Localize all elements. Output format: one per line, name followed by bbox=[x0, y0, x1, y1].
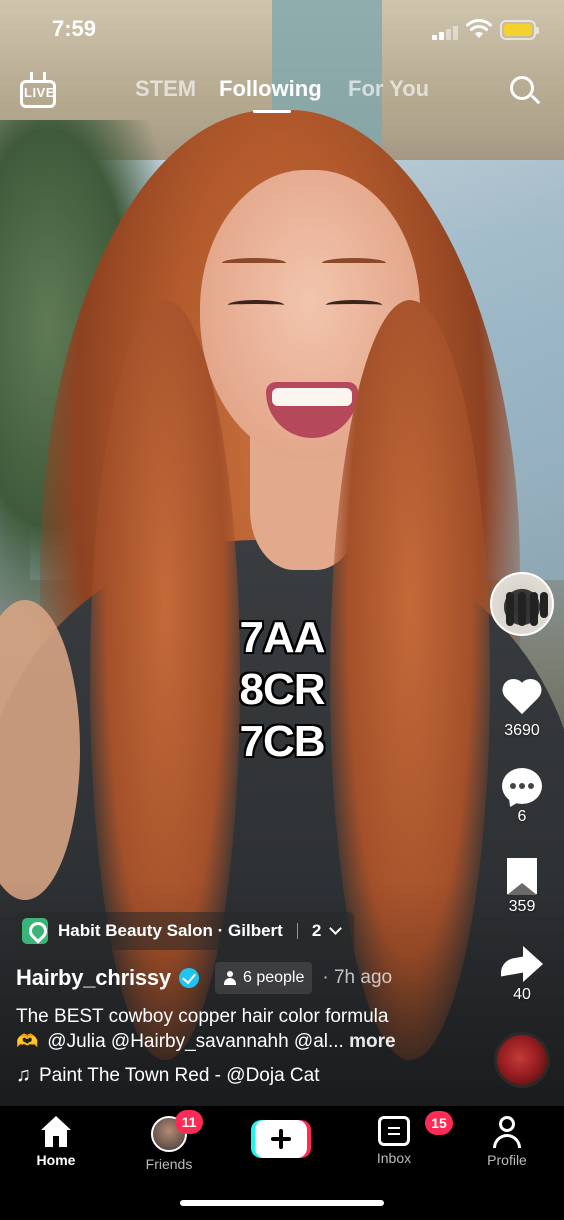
caption-mentions: @Julia @Hairby_savannahh @al... bbox=[47, 1031, 344, 1052]
video-brow-left bbox=[222, 258, 286, 268]
tab-profile[interactable]: Profile bbox=[462, 1116, 552, 1168]
tab-following[interactable]: Following bbox=[219, 76, 322, 102]
video-eye-right bbox=[326, 300, 382, 310]
battery-icon bbox=[500, 20, 539, 40]
tab-home-label: Home bbox=[36, 1152, 76, 1168]
home-indicator[interactable] bbox=[180, 1200, 384, 1206]
comment-icon bbox=[502, 768, 542, 804]
inbox-badge: 15 bbox=[425, 1111, 453, 1135]
location-divider bbox=[296, 923, 298, 939]
cellular-signal-icon bbox=[432, 24, 458, 40]
person-icon bbox=[223, 971, 237, 985]
tab-friends-label: Friends bbox=[145, 1156, 193, 1172]
status-time: 7:59 bbox=[52, 16, 97, 41]
tagged-people-label: 6 people bbox=[242, 969, 305, 986]
comment-button[interactable]: 6 bbox=[490, 768, 554, 826]
tagged-people-chip[interactable]: 6 people bbox=[214, 962, 313, 994]
active-tab-indicator bbox=[253, 110, 291, 113]
tab-for-you[interactable]: For You bbox=[348, 76, 429, 102]
author-username[interactable]: Hairby_chrissy bbox=[16, 965, 171, 991]
caption-line-2: 🫶 @Julia @Hairby_savannahh @al... more bbox=[16, 1029, 486, 1054]
tab-stem[interactable]: STEM bbox=[135, 76, 196, 102]
like-button[interactable]: 3690 bbox=[490, 680, 554, 740]
creator-avatar[interactable] bbox=[490, 572, 554, 636]
friends-avatar-icon: 11 bbox=[151, 1110, 203, 1152]
video-teeth bbox=[272, 388, 352, 406]
author-row: Hairby_chrissy 6 people · 7h ago bbox=[16, 962, 392, 994]
post-caption[interactable]: The BEST cowboy copper hair color formul… bbox=[16, 1005, 486, 1054]
tab-inbox-label: Inbox bbox=[376, 1150, 412, 1166]
search-button[interactable] bbox=[508, 74, 542, 108]
video-overlay-text: 7AA 8CR 7CB bbox=[0, 612, 564, 768]
verified-icon bbox=[178, 968, 199, 988]
heart-icon bbox=[502, 680, 542, 718]
chevron-down-icon bbox=[329, 922, 343, 935]
post-time: · 7h ago bbox=[322, 967, 393, 988]
inbox-icon: 15 bbox=[378, 1111, 453, 1146]
tab-friends[interactable]: 11 Friends bbox=[124, 1110, 214, 1172]
overlay-code-2: 8CR bbox=[239, 665, 325, 714]
music-note-icon: ♫ bbox=[16, 1064, 31, 1086]
search-icon-handle bbox=[530, 94, 541, 105]
tab-profile-label: Profile bbox=[487, 1152, 527, 1168]
music-disc-icon[interactable] bbox=[494, 1032, 550, 1088]
profile-icon bbox=[491, 1116, 523, 1148]
like-count: 3690 bbox=[504, 722, 540, 739]
bookmark-icon bbox=[507, 858, 537, 895]
location-chip[interactable]: Habit Beauty Salon · Gilbert 2 bbox=[16, 912, 355, 950]
share-icon bbox=[501, 946, 543, 982]
live-label: LIVE bbox=[24, 85, 55, 100]
save-count: 359 bbox=[508, 898, 536, 915]
video-eye-left bbox=[228, 300, 284, 310]
overlay-code-1: 7AA bbox=[239, 613, 325, 662]
caption-more-link[interactable]: more bbox=[349, 1031, 395, 1052]
save-button[interactable]: 359 bbox=[490, 858, 554, 916]
sound-title: Paint The Town Red - @Doja Cat bbox=[39, 1064, 320, 1086]
heart-hands-emoji: 🫶 bbox=[16, 1031, 39, 1051]
caption-line-1: The BEST cowboy copper hair color formul… bbox=[16, 1006, 389, 1027]
friends-badge: 11 bbox=[175, 1110, 203, 1134]
tab-home[interactable]: Home bbox=[11, 1116, 101, 1168]
comment-count: 6 bbox=[517, 808, 527, 825]
share-button[interactable]: 40 bbox=[490, 946, 554, 1004]
location-name: Habit Beauty Salon · Gilbert bbox=[58, 921, 283, 940]
home-icon bbox=[39, 1116, 73, 1148]
live-button[interactable]: LIVE bbox=[18, 72, 60, 112]
top-nav: LIVE STEM Following For You bbox=[0, 66, 564, 116]
wifi-icon bbox=[466, 19, 492, 38]
create-button[interactable] bbox=[251, 1120, 311, 1158]
video-brow-right bbox=[322, 258, 386, 268]
status-bar: 7:59 bbox=[0, 0, 564, 60]
overlay-code-3: 7CB bbox=[239, 717, 325, 766]
location-count: 2 bbox=[311, 921, 322, 940]
share-count: 40 bbox=[513, 986, 531, 1003]
tab-inbox[interactable]: 15 Inbox bbox=[349, 1111, 453, 1166]
sound-row[interactable]: ♫ Paint The Town Red - @Doja Cat bbox=[16, 1064, 320, 1087]
location-pin-icon bbox=[22, 918, 48, 944]
